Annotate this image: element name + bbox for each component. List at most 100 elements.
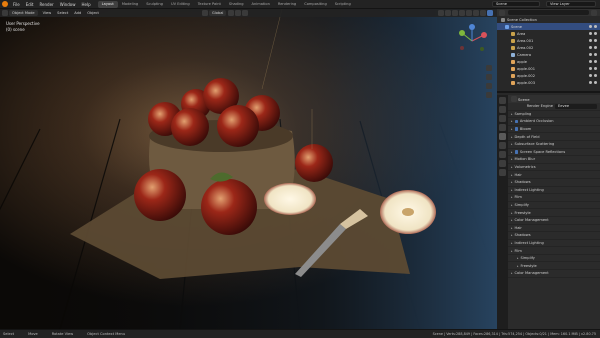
expand-arrow-icon[interactable]: ▸ xyxy=(511,135,513,139)
expand-arrow-icon[interactable]: ▸ xyxy=(511,142,513,146)
property-panel[interactable]: ▸ Simplify xyxy=(508,255,600,263)
property-panel[interactable]: ▸ Volumetrics xyxy=(508,164,600,172)
3d-viewport[interactable]: Object Mode View Select Add Object Global U… xyxy=(0,9,497,329)
proportional-edit-icon[interactable] xyxy=(242,10,249,16)
expand-arrow-icon[interactable]: ▸ xyxy=(511,241,513,245)
workspace-tab-sculpting[interactable]: Sculpting xyxy=(142,1,167,8)
property-panel[interactable]: ▸ Shadows xyxy=(508,179,600,187)
orientation-selector[interactable]: Global xyxy=(208,10,227,16)
camera-render-icon[interactable] xyxy=(594,46,597,49)
shading-material-icon[interactable] xyxy=(480,10,486,16)
property-panel[interactable]: ▸ Simplify xyxy=(508,202,600,210)
camera-render-icon[interactable] xyxy=(594,53,597,56)
property-panel[interactable]: ▸ Hair xyxy=(508,225,600,233)
xray-icon[interactable] xyxy=(459,10,465,16)
view-layer-selector[interactable]: View Layer xyxy=(546,1,596,7)
eye-icon[interactable] xyxy=(589,67,592,70)
expand-arrow-icon[interactable]: ▸ xyxy=(511,203,513,207)
property-panel[interactable]: ▸ Depth of Field xyxy=(508,133,600,141)
expand-arrow-icon[interactable]: ▸ xyxy=(511,150,513,154)
expand-arrow-icon[interactable]: ▸ xyxy=(517,264,519,268)
editor-type-icon[interactable] xyxy=(2,10,8,16)
outliner-item[interactable]: Area.001 xyxy=(497,37,600,44)
property-panel[interactable]: ▸ Subsurface Scattering xyxy=(508,141,600,149)
eye-icon[interactable] xyxy=(589,25,592,28)
expand-arrow-icon[interactable]: ▸ xyxy=(511,157,513,161)
expand-arrow-icon[interactable]: ▸ xyxy=(511,112,513,116)
property-panel[interactable]: ▸ Film xyxy=(508,194,600,202)
camera-view-icon[interactable] xyxy=(486,83,492,89)
scene-selector[interactable]: Scene xyxy=(492,1,540,7)
outliner-search-input[interactable] xyxy=(508,10,589,15)
outliner-editor-icon[interactable] xyxy=(499,9,505,16)
eye-icon[interactable] xyxy=(589,81,592,84)
property-panel[interactable]: ▸ Sampling xyxy=(508,111,600,119)
camera-render-icon[interactable] xyxy=(594,39,597,42)
zoom-icon[interactable] xyxy=(486,65,492,71)
eye-icon[interactable] xyxy=(589,46,592,49)
workspace-tab-uv-editing[interactable]: UV Editing xyxy=(167,1,194,8)
camera-render-icon[interactable] xyxy=(594,67,597,70)
outliner-item[interactable]: apple xyxy=(497,58,600,65)
scene-tab-icon[interactable] xyxy=(499,133,506,140)
gizmo-icon[interactable] xyxy=(445,10,451,16)
property-panel[interactable]: ▸ Bloom xyxy=(508,126,600,134)
menu-file[interactable]: File xyxy=(10,2,23,7)
outliner-root[interactable]: Scene Collection xyxy=(497,16,600,23)
expand-arrow-icon[interactable]: ▸ xyxy=(511,173,513,177)
world-tab-icon[interactable] xyxy=(499,142,506,149)
mode-selector[interactable]: Object Mode xyxy=(9,10,38,16)
viewport-menu-view[interactable]: View xyxy=(40,11,55,15)
outliner[interactable]: Scene Collection Scene Area Area.001 Area.0… xyxy=(497,9,600,93)
outliner-item[interactable]: Area.002 xyxy=(497,44,600,51)
expand-arrow-icon[interactable]: ▸ xyxy=(511,211,513,215)
workspace-tab-compositing[interactable]: Compositing xyxy=(300,1,331,8)
property-panel[interactable]: ▸ Color Management xyxy=(508,217,600,225)
render-tab-icon[interactable] xyxy=(499,106,506,113)
workspace-tab-layout[interactable]: Layout xyxy=(97,0,118,8)
outliner-item[interactable]: apple.003 xyxy=(497,79,600,86)
expand-arrow-icon[interactable]: ▸ xyxy=(511,165,513,169)
expand-arrow-icon[interactable]: ▸ xyxy=(517,256,519,260)
expand-arrow-icon[interactable]: ▸ xyxy=(511,271,513,275)
property-panel[interactable]: ▸ Freestyle xyxy=(508,262,600,271)
camera-render-icon[interactable] xyxy=(594,81,597,84)
panel-checkbox[interactable] xyxy=(514,127,518,131)
eye-icon[interactable] xyxy=(589,60,592,63)
overlay-icon[interactable] xyxy=(452,10,458,16)
orientation-icon[interactable] xyxy=(201,10,208,16)
object-tab-icon[interactable] xyxy=(499,151,506,158)
pan-icon[interactable] xyxy=(486,74,492,80)
eye-icon[interactable] xyxy=(589,32,592,35)
property-panel[interactable]: ▸ Film xyxy=(508,247,600,255)
expand-arrow-icon[interactable]: ▸ xyxy=(511,233,513,237)
panel-checkbox[interactable] xyxy=(514,119,518,124)
property-panel[interactable]: ▸ Motion Blur xyxy=(508,156,600,164)
camera-render-icon[interactable] xyxy=(594,25,597,28)
camera-render-icon[interactable] xyxy=(594,74,597,77)
workspace-tab-animation[interactable]: Animation xyxy=(248,1,274,8)
outliner-item[interactable]: apple.001 xyxy=(497,65,600,72)
perspective-toggle-icon[interactable] xyxy=(486,92,492,98)
property-panel[interactable]: ▸ Hair xyxy=(508,171,600,179)
navigation-gizmo[interactable] xyxy=(452,21,492,61)
material-tab-icon[interactable] xyxy=(499,169,506,176)
workspace-tab-modeling[interactable]: Modeling xyxy=(118,1,142,8)
expand-arrow-icon[interactable]: ▸ xyxy=(511,226,513,230)
workspace-tab-shading[interactable]: Shading xyxy=(225,1,248,8)
expand-arrow-icon[interactable]: ▸ xyxy=(511,218,513,222)
eye-icon[interactable] xyxy=(589,39,592,42)
outliner-item[interactable]: Camera xyxy=(497,51,600,58)
expand-arrow-icon[interactable]: ▸ xyxy=(511,119,513,123)
output-tab-icon[interactable] xyxy=(499,115,506,122)
tool-tab-icon[interactable] xyxy=(499,97,506,104)
shading-wireframe-icon[interactable] xyxy=(466,10,472,16)
workspace-tab-scripting[interactable]: Scripting xyxy=(331,1,355,8)
menu-render[interactable]: Render xyxy=(36,2,56,7)
snap-icon[interactable] xyxy=(235,10,242,16)
eye-icon[interactable] xyxy=(589,53,592,56)
menu-edit[interactable]: Edit xyxy=(23,2,37,7)
menu-help[interactable]: Help xyxy=(78,2,93,7)
modifier-tab-icon[interactable] xyxy=(499,160,506,167)
pivot-icon[interactable] xyxy=(228,10,235,16)
